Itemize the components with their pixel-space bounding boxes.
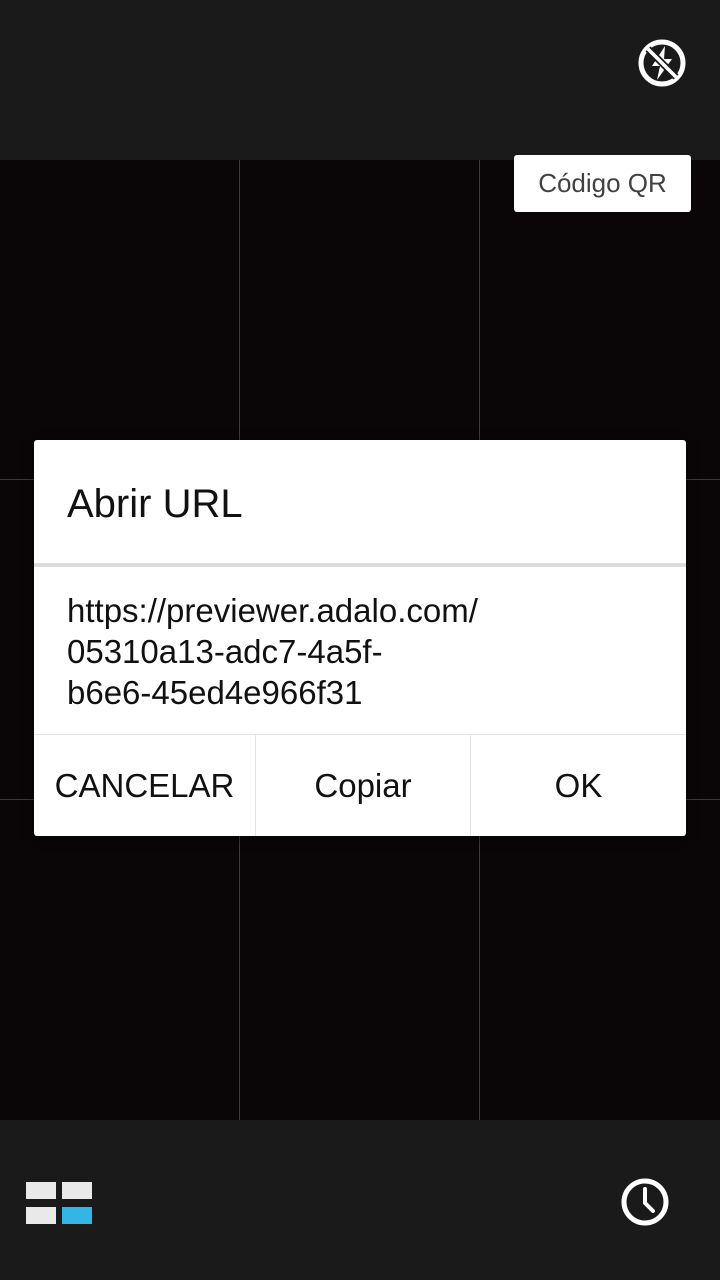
url-line: https://previewer.adalo.com/ bbox=[67, 592, 478, 629]
url-line: 05310a13-adc7-4a5f- bbox=[67, 633, 383, 670]
copy-button[interactable]: Copiar bbox=[256, 735, 471, 836]
cancel-button[interactable]: CANCELAR bbox=[34, 735, 256, 836]
dialog-url-text: https://previewer.adalo.com/ 05310a13-ad… bbox=[67, 590, 478, 713]
dialog-divider bbox=[34, 563, 686, 567]
ok-button[interactable]: OK bbox=[471, 735, 686, 836]
open-url-dialog: Abrir URL https://previewer.adalo.com/ 0… bbox=[34, 440, 686, 836]
dialog-actions: CANCELAR Copiar OK bbox=[34, 734, 686, 836]
url-line: b6e6-45ed4e966f31 bbox=[67, 674, 363, 711]
dialog-title: Abrir URL bbox=[67, 482, 243, 526]
